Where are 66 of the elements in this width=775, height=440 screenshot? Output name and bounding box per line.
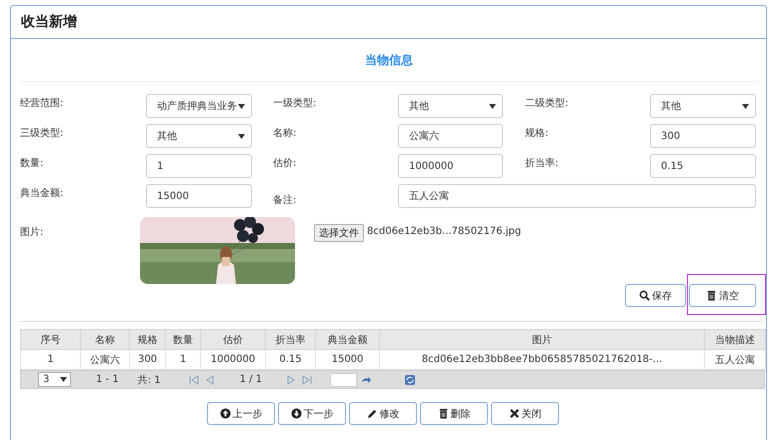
input-field[interactable]: 300 <box>650 124 756 148</box>
select-field[interactable]: 其他 <box>146 124 252 148</box>
caret-icon <box>60 377 67 382</box>
arrow-up-circle-icon <box>220 408 230 419</box>
input-field[interactable]: 1000000 <box>398 154 503 178</box>
form-button[interactable]: 保存 <box>625 284 686 307</box>
column-header: 数量 <box>166 330 200 350</box>
go-arrow-icon[interactable] <box>361 374 372 384</box>
section-title: 当物信息 <box>365 52 413 68</box>
input-field[interactable]: 五人公寓 <box>398 184 756 208</box>
file-name: 8cd06e12eb3b...78502176.jpg <box>367 226 522 239</box>
column-header: 序号 <box>20 330 80 350</box>
panel-title: 收当新增 <box>21 13 77 31</box>
choose-file-button[interactable]: 选择文件 <box>314 224 364 242</box>
last-page-icon[interactable] <box>302 374 312 384</box>
field-label: 三级类型: <box>20 126 64 140</box>
field-label: 备注: <box>272 194 298 207</box>
column-header: 当物描述 <box>704 330 766 350</box>
caret-icon <box>742 104 749 108</box>
field-label: 名称: <box>272 127 298 140</box>
input-field[interactable]: 1 <box>146 154 252 178</box>
action-button[interactable]: 关闭 <box>491 402 559 425</box>
search-icon <box>639 290 650 301</box>
trash-icon <box>706 290 717 301</box>
input-field[interactable]: 公寓六 <box>398 124 503 148</box>
select-field[interactable]: 动产质押典当业务 <box>146 94 252 118</box>
record-range: 1 - 1 <box>96 374 119 385</box>
record-total: 共: 1 <box>138 374 161 386</box>
first-page-icon[interactable] <box>188 374 199 384</box>
field-label: 估价: <box>272 157 298 170</box>
column-header: 折当率 <box>266 330 316 350</box>
action-button[interactable]: 上一步 <box>207 402 275 425</box>
page-size-select[interactable]: 3 <box>38 372 71 387</box>
field-label: 规格: <box>524 126 550 140</box>
input-field[interactable]: 0.15 <box>650 154 756 178</box>
caret-icon <box>238 134 245 138</box>
field-label: 二级类型: <box>524 96 570 110</box>
action-button[interactable]: 下一步 <box>278 402 346 425</box>
field-label: 经营范围: <box>20 96 64 110</box>
prev-page-icon[interactable] <box>204 374 215 384</box>
column-header: 名称 <box>80 330 130 350</box>
trash-icon <box>438 408 448 419</box>
action-button[interactable]: 删除 <box>420 402 488 425</box>
next-page-icon[interactable] <box>286 374 296 384</box>
column-header: 典当金额 <box>316 330 380 350</box>
column-header: 图片 <box>380 330 704 350</box>
close-icon <box>508 408 520 419</box>
arrow-down-circle-icon <box>290 408 302 419</box>
action-button[interactable]: 修改 <box>349 402 417 425</box>
input-field[interactable]: 15000 <box>146 184 252 208</box>
field-label: 图片: <box>20 226 44 240</box>
field-label: 典当金额: <box>20 186 64 200</box>
field-label: 折当率: <box>524 156 560 170</box>
field-label: 一级类型: <box>272 96 318 110</box>
column-header: 规格 <box>130 330 166 350</box>
page-input[interactable] <box>330 372 358 386</box>
field-label: 数量: <box>20 157 44 170</box>
form-button[interactable]: 清空 <box>689 284 756 307</box>
select-field[interactable]: 其他 <box>398 94 503 118</box>
caret-icon <box>238 104 245 108</box>
pencil-icon <box>366 408 378 419</box>
column-header: 估价 <box>200 330 266 350</box>
select-field[interactable]: 其他 <box>650 94 756 118</box>
page-indicator: 1 / 1 <box>240 374 262 385</box>
caret-icon <box>489 104 496 108</box>
refresh-icon[interactable] <box>405 374 416 384</box>
